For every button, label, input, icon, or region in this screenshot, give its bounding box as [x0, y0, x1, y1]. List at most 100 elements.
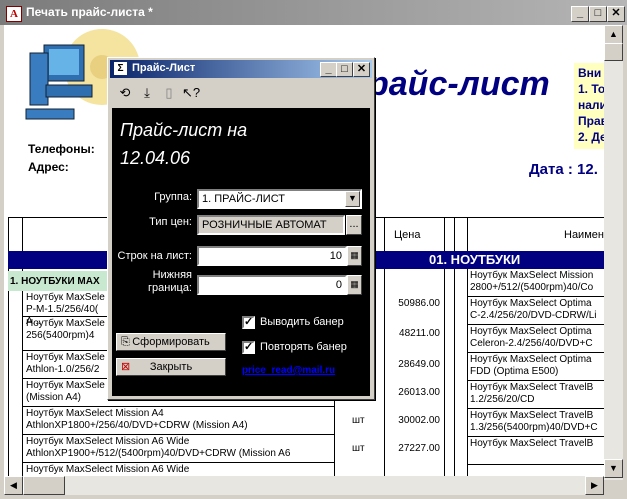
minimize-button[interactable]: _ — [571, 6, 589, 22]
info-box: Вни 1. То нали Прав 2. Де — [574, 63, 604, 149]
date-label: Дата : 12. — [529, 161, 598, 178]
price-cell: 28649.00 — [398, 359, 440, 370]
price-type-label: Тип цен: — [149, 216, 192, 228]
email-link[interactable]: price_read@mail.ru — [242, 365, 335, 376]
scroll-thumb[interactable] — [604, 43, 623, 61]
price-cell: 48211.00 — [399, 328, 440, 339]
dialog-minimize-button[interactable]: _ — [320, 62, 337, 77]
product-name-line: Ноутбук MaxSelect TravelB — [470, 410, 594, 421]
dialog-panel: Прайс-лист на 12.04.06 Группа: 1. ПРАЙС-… — [112, 108, 370, 396]
chevron-down-icon[interactable]: ▼ — [345, 191, 360, 207]
scroll-right-button[interactable]: ▶ — [585, 476, 604, 495]
price-cell: 27227.00 — [398, 443, 440, 454]
close-button[interactable]: ✕ — [607, 6, 625, 22]
product-name-line: Ноутбук MaxSelect Mission A6 Wide — [26, 436, 190, 447]
address-label: Адрес: — [28, 160, 69, 174]
product-name-line: Ноутбук MaxSelect Mission — [470, 270, 594, 281]
product-name-line: 1.2/256/20/CD — [470, 394, 535, 405]
repeat-banner-label: Повторять банер — [260, 341, 347, 353]
scroll-down-button[interactable]: ▼ — [604, 459, 623, 478]
exit-icon: ⊠ — [121, 361, 131, 373]
lower-bound-label-line-1: Нижняя — [152, 269, 192, 281]
unit-cell: шт — [352, 415, 365, 426]
product-name-line: Ноутбук MaxSelect Optima — [470, 298, 592, 309]
lower-bound-label-line-2: граница: — [148, 282, 192, 294]
document-title: райс-лист — [368, 65, 550, 103]
close-dialog-button[interactable]: ⊠ Закрыть — [116, 358, 226, 376]
right-table-row: Ноутбук MaxSelect Optima Celeron-2.4/256/… — [467, 325, 604, 353]
product-name-line: AthlonXP1800+/256/40/DVD+CDRW (Mission A… — [26, 420, 248, 431]
product-name-line: Ноутбук MaxSelect Mission A6 Wide — [26, 464, 190, 475]
main-title-bar[interactable]: А Печать прайс-листа * _ □ ✕ — [0, 0, 627, 25]
product-name-line: Ноутбук MaxSelect Mission A4 — [26, 408, 164, 419]
window-title: Печать прайс-листа * — [26, 5, 153, 19]
right-table-row: Ноутбук MaxSelect TravelB — [467, 437, 604, 465]
repeat-banner-checkbox[interactable]: ✓ — [242, 341, 255, 354]
header-line-2: 12.04.06 — [120, 148, 191, 168]
product-name-line: 2800+/512/(5400rpm)40/Co — [470, 282, 594, 293]
dialog-title-bar[interactable]: Σ Прайс-Лист _ □ ✕ — [110, 60, 372, 78]
scroll-left-button[interactable]: ◀ — [4, 476, 23, 495]
rows-per-sheet-input[interactable]: 10 — [197, 246, 347, 266]
show-banner-checkbox[interactable]: ✓ — [242, 316, 255, 329]
app-icon: А — [6, 6, 22, 22]
lower-bound-input[interactable]: 0 — [197, 275, 347, 295]
info-line: Прав — [578, 114, 604, 128]
calculator-icon[interactable]: ▦ — [347, 246, 362, 266]
help-pointer-icon[interactable]: ↖? — [182, 84, 200, 102]
lower-bound-label: Нижняя граница: — [112, 269, 192, 295]
product-name-line: AthlonXP1900+/512/(5400rpm)40/DVD+CDRW (… — [26, 448, 291, 459]
info-line: 2. Де — [578, 130, 604, 144]
product-name-line: Ноутбук MaxSelect Optima — [470, 326, 592, 337]
product-name-line: Celeron-2.4/256/40/DVD+C — [470, 338, 593, 349]
open-icon[interactable]: ⟲ — [116, 84, 134, 102]
rows-per-sheet-label: Строк на лист: — [117, 250, 193, 262]
price-type-value: РОЗНИЧНЫЕ АВТОМАТ — [202, 219, 327, 231]
row-divider — [467, 464, 604, 465]
calculator-icon[interactable]: ▦ — [347, 275, 362, 295]
right-table-row: Ноутбук MaxSelect Optima C-2.4/256/20/DVD… — [467, 297, 604, 325]
right-table-row: Ноутбук MaxSelect TravelB 1.2/256/20/CD — [467, 381, 604, 409]
sigma-icon: Σ — [114, 62, 127, 75]
group-row-label: 1. НОУТБУКИ МАХ — [10, 276, 100, 287]
info-line: 1. То — [578, 82, 604, 96]
product-name-line: Ноутбук MaxSelect TravelB — [470, 438, 594, 449]
document-icon[interactable]: ▯ — [160, 84, 178, 102]
dialog-maximize-button[interactable]: □ — [336, 62, 353, 77]
group-select[interactable]: 1. ПРАЙС-ЛИСТ ▼ — [197, 189, 362, 209]
price-cell: 50986.00 — [398, 298, 440, 309]
header-line-1: Прайс-лист на — [120, 120, 248, 140]
dialog-title: Прайс-Лист — [132, 62, 196, 74]
price-list-dialog: Σ Прайс-Лист _ □ ✕ ⟲ ⤓ ▯ ↖? Прайс-лист н… — [107, 57, 375, 400]
vertical-scrollbar[interactable]: ▲ ▼ — [604, 25, 623, 480]
hscroll-thumb[interactable] — [23, 476, 65, 495]
show-banner-label: Выводить банер — [260, 316, 344, 328]
dialog-close-button[interactable]: ✕ — [353, 62, 370, 77]
group-label: Группа: — [154, 191, 192, 203]
product-name-line: 1.3/256(5400rpm)40/DVD+C — [470, 422, 598, 433]
scroll-up-button[interactable]: ▲ — [604, 25, 623, 44]
price-column-header: Цена — [394, 229, 421, 241]
right-table-row: Ноутбук MaxSelect Mission 2800+/512/(5400… — [467, 269, 604, 297]
save-icon[interactable]: ⤓ — [138, 84, 156, 102]
generate-button[interactable]: ⎘ Сформировать — [116, 333, 226, 351]
product-name-line: Ноутбук MaxSelect Optima — [470, 354, 592, 365]
info-line: Вни — [578, 66, 602, 80]
product-name-line: C-2.4/256/20/DVD-CDRW/Li — [470, 310, 597, 321]
maximize-button[interactable]: □ — [589, 6, 607, 22]
price-type-field[interactable]: РОЗНИЧНЫЕ АВТОМАТ — [197, 215, 345, 235]
price-cell: 30002.00 — [398, 415, 440, 426]
group-value: 1. ПРАЙС-ЛИСТ — [202, 193, 286, 205]
right-table-row: Ноутбук MaxSelect TravelB 1.3/256(5400rpm… — [467, 409, 604, 437]
document-icon: ⎘ — [121, 336, 130, 348]
price-cell: 26013.00 — [398, 387, 440, 398]
close-dialog-button-label: Закрыть — [149, 361, 193, 373]
unit-cell: шт — [352, 443, 365, 454]
right-table-row: Ноутбук MaxSelect Optima FDD (Optima E500… — [467, 353, 604, 381]
horizontal-scrollbar[interactable]: ◀ ▶ — [4, 476, 604, 495]
product-name-line: FDD (Optima E500) — [470, 366, 559, 377]
price-type-browse-button[interactable]: ... — [346, 215, 362, 235]
section-title: 01. НОУТБУКИ — [429, 252, 521, 267]
info-line: нали — [578, 98, 604, 112]
product-name-line: Ноутбук MaxSelect TravelB — [470, 382, 594, 393]
